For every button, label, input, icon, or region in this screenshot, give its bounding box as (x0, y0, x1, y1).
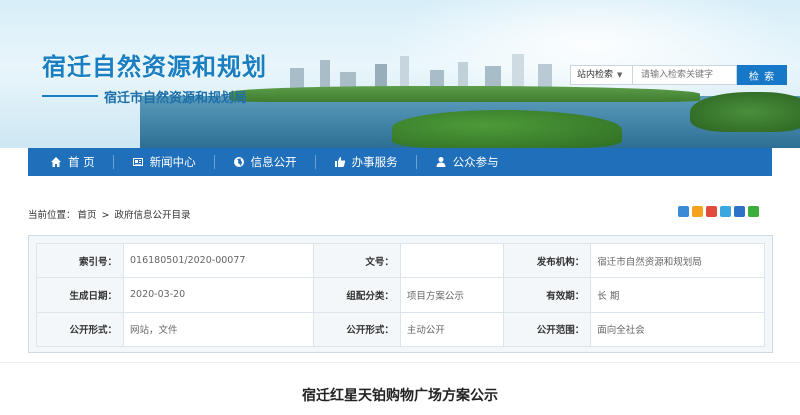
table-row: 生成日期： 2020-03-20 组配分类： 项目方案公示 有效期： 长 期 (36, 277, 765, 313)
nav-item-label: 办事服务 (351, 155, 398, 169)
share-wechat-icon[interactable] (748, 206, 759, 217)
breadcrumb-separator: > (98, 210, 113, 221)
breadcrumb-prefix: 当前位置： (28, 210, 76, 221)
nav-item-label: 首 页 (68, 155, 95, 169)
metadata-value: 长 期 (590, 277, 765, 313)
island-image (392, 110, 622, 148)
caret-down-icon: ▼ (617, 71, 623, 79)
metadata-key: 公开形式： (36, 311, 124, 348)
share-weibo-icon[interactable] (706, 206, 717, 217)
nav-item-news[interactable]: 新闻中心 (114, 148, 214, 176)
metadata-key: 公开形式： (312, 311, 401, 348)
nav-item-label: 公众参与 (452, 155, 499, 169)
nav-item-label: 信息公开 (250, 155, 297, 169)
metadata-value: 宿迁市自然资源和规划局 (590, 242, 765, 279)
share-qzone-icon[interactable] (692, 206, 703, 217)
breadcrumb: 当前位置： 首页 > 政府信息公开目录 (28, 207, 193, 221)
share-renren-icon[interactable] (734, 206, 745, 217)
section-divider (0, 362, 800, 363)
search-button[interactable]: 检 索 (737, 65, 787, 85)
metadata-value: 网站，文件 (123, 311, 314, 348)
metadata-table: 索引号： 016180501/2020-00077 文号： 发布机构： 宿迁市自… (36, 242, 765, 348)
share-tencent-icon[interactable] (720, 206, 731, 217)
metadata-key: 有效期： (503, 277, 592, 313)
nav-item-public-participation[interactable]: 公众参与 (417, 148, 517, 176)
island-image (690, 92, 800, 132)
site-title[interactable]: 宿迁自然资源和规划 (42, 47, 267, 82)
metadata-value (399, 242, 505, 279)
thumbs-up-icon (334, 157, 345, 167)
metadata-value: 016180501/2020-00077 (123, 242, 314, 279)
share-plus-icon[interactable] (678, 206, 689, 217)
city-skyline-image (280, 50, 580, 90)
metadata-value: 面向全社会 (590, 311, 765, 348)
globe-icon (233, 157, 244, 167)
metadata-key: 组配分类： (312, 277, 401, 313)
metadata-value: 项目方案公示 (399, 277, 505, 313)
table-row: 索引号： 016180501/2020-00077 文号： 发布机构： 宿迁市自… (36, 242, 765, 279)
site-subtitle: 宿迁市自然资源和规划局 (104, 91, 248, 106)
metadata-value: 主动公开 (399, 311, 505, 348)
nav-item-info-disclosure[interactable]: 信息公开 (215, 148, 315, 176)
news-icon (132, 158, 143, 166)
breadcrumb-home-link[interactable]: 首页 (78, 210, 97, 221)
person-icon (436, 157, 446, 167)
header-banner: 宿迁自然资源和规划 宿迁市自然资源和规划局 站内检索 ▼ 检 索 (0, 0, 800, 148)
document-metadata-panel: 索引号： 016180501/2020-00077 文号： 发布机构： 宿迁市自… (28, 235, 773, 353)
breadcrumb-current[interactable]: 政府信息公开目录 (115, 210, 191, 221)
search-bar: 站内检索 ▼ 检 索 (570, 65, 787, 85)
metadata-key: 索引号： (36, 242, 124, 279)
nav-item-label: 新闻中心 (149, 155, 196, 169)
search-scope-select[interactable]: 站内检索 ▼ (570, 65, 632, 85)
subtitle-rule (42, 95, 98, 97)
table-row: 公开形式： 网站，文件 公开形式： 主动公开 公开范围： 面向全社会 (36, 311, 765, 348)
document-title: 宿迁红星天铂购物广场方案公示 (302, 388, 498, 404)
share-bar (678, 206, 759, 217)
nav-item-home[interactable]: 首 页 (28, 148, 113, 176)
metadata-key: 文号： (312, 242, 401, 279)
home-icon (51, 157, 61, 167)
main-nav: 首 页 新闻中心 信息公开 办事服务 公众参与 (28, 148, 772, 176)
metadata-key: 公开范围： (503, 311, 592, 348)
metadata-key: 发布机构： (503, 242, 592, 279)
nav-item-services[interactable]: 办事服务 (316, 148, 416, 176)
metadata-key: 生成日期： (36, 277, 124, 313)
metadata-value: 2020-03-20 (123, 277, 314, 313)
search-scope-label: 站内检索 (577, 70, 614, 80)
shore-image (230, 86, 700, 102)
search-input[interactable] (632, 65, 737, 85)
